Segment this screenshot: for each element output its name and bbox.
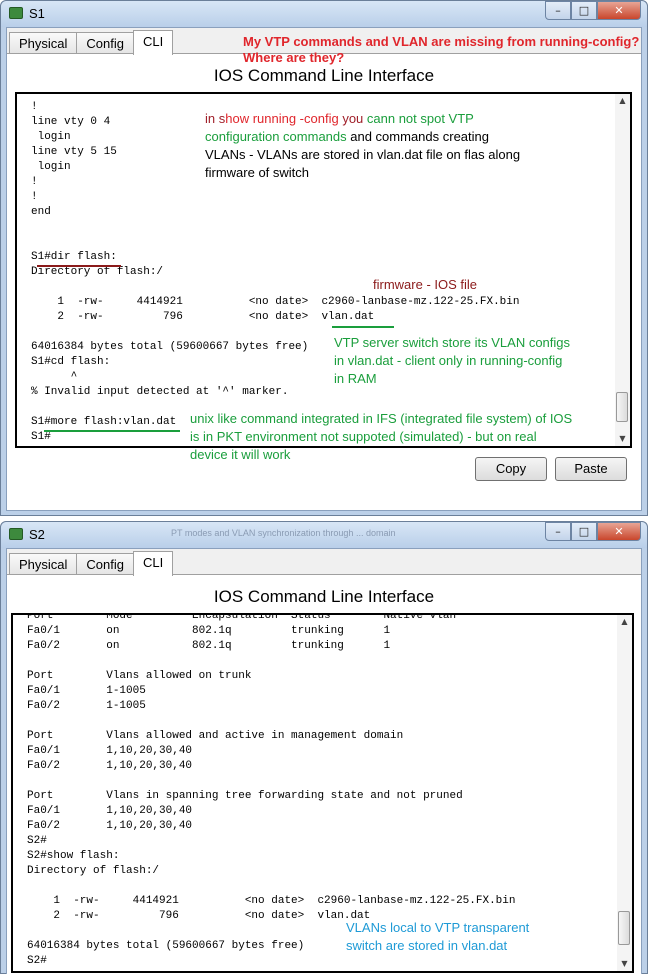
- terminal-line: line con 0: [31, 92, 98, 98]
- terminal-line: Fa0/1 1,10,20,30,40: [27, 805, 193, 817]
- terminal-line: !: [31, 176, 38, 188]
- terminal-line: Port Mode Encapsulation Status Native vl…: [27, 613, 457, 622]
- note-line-4: firmware of switch: [205, 165, 310, 180]
- scroll-thumb[interactable]: [616, 392, 628, 422]
- transparent-vlan-note: VLANs local to VTP transparent switch ar…: [346, 920, 530, 953]
- tab-physical[interactable]: Physical: [9, 553, 78, 575]
- terminal-line: Fa0/1 on 802.1q trunking 1: [27, 625, 391, 637]
- terminal-line: line vty 5 15: [31, 146, 117, 158]
- s1-titlebar[interactable]: S1 – □ ✕: [1, 1, 647, 27]
- tab-config[interactable]: Config: [76, 32, 134, 54]
- terminal-line: ^: [31, 371, 78, 383]
- s1-terminal-scrollbar[interactable]: ▲ ▼: [615, 94, 630, 446]
- s2-client-area: Physical Config CLI IOS Command Line Int…: [6, 548, 642, 974]
- s2-window: S2 PT modes and VLAN synchronization thr…: [0, 521, 648, 974]
- terminal-line: 2 -rw- 796 <no date> vlan.dat: [31, 311, 375, 323]
- s2-tab-bar: Physical Config CLI: [9, 551, 174, 576]
- terminal-line: 64016384 bytes total (59600667 bytes fre…: [31, 341, 309, 353]
- firmware-note: firmware - IOS file: [373, 277, 478, 292]
- s2-window-controls: – □ ✕: [545, 522, 641, 542]
- terminal-line: Fa0/2 1,10,20,30,40: [27, 760, 193, 772]
- switch-icon: [9, 7, 23, 19]
- minimize-icon[interactable]: –: [545, 1, 571, 20]
- s1-window-controls: – □ ✕: [545, 1, 641, 21]
- question-line-2: Where are they?: [243, 50, 345, 65]
- scroll-up-icon[interactable]: ▲: [617, 615, 632, 629]
- terminal-line: Port Vlans allowed on trunk: [27, 670, 252, 682]
- note-line-2: configuration commands and commands crea…: [205, 129, 489, 144]
- note-line-3: VLANs - VLANs are stored in vlan.dat fil…: [205, 147, 521, 162]
- terminal-line: line vty 0 4: [31, 116, 111, 128]
- tab-physical[interactable]: Physical: [9, 32, 78, 54]
- scroll-down-icon[interactable]: ▼: [617, 957, 632, 971]
- terminal-line: 1 -rw- 4414921 <no date> c2960-lanbase-m…: [27, 895, 516, 907]
- maximize-icon[interactable]: □: [571, 522, 597, 541]
- terminal-line: S2#: [27, 835, 47, 847]
- terminal-line: !: [31, 191, 38, 203]
- terminal-line: end: [31, 206, 51, 218]
- terminal-line: Fa0/2 1-1005: [27, 700, 146, 712]
- terminal-line: 1 -rw- 4414921 <no date> c2960-lanbase-m…: [31, 296, 520, 308]
- vtp-server-note: VTP server switch store its VLAN configs…: [334, 335, 571, 386]
- terminal-line: Fa0/2 on 802.1q trunking 1: [27, 640, 391, 652]
- terminal-line: S1#: [31, 431, 51, 443]
- unix-command-note: unix like command integrated in IFS (int…: [190, 411, 573, 462]
- terminal-line: S1#cd flash:: [31, 356, 111, 368]
- terminal-line: login: [31, 161, 71, 173]
- terminal-line: S1#more flash:vlan.dat: [31, 416, 177, 428]
- s2-faint-title: PT modes and VLAN synchronization throug…: [171, 528, 396, 538]
- tab-cli[interactable]: CLI: [133, 551, 174, 576]
- cli-title: IOS Command Line Interface: [213, 587, 435, 606]
- terminal-line: Port Vlans in spanning tree forwarding s…: [27, 790, 463, 802]
- dir-flash-underline: [37, 265, 121, 267]
- s2-terminal-scrollbar[interactable]: ▲ ▼: [617, 615, 632, 971]
- s2-titlebar[interactable]: S2 PT modes and VLAN synchronization thr…: [1, 522, 647, 548]
- terminal-line: Directory of flash:/: [31, 266, 164, 278]
- terminal-line: login: [31, 131, 71, 143]
- terminal-line: % Invalid input detected at '^' marker.: [31, 386, 289, 398]
- scroll-thumb[interactable]: [618, 911, 630, 945]
- minimize-icon[interactable]: –: [545, 522, 571, 541]
- terminal-line: 64016384 bytes total (59600667 bytes fre…: [27, 940, 305, 952]
- terminal-line: !: [31, 101, 38, 113]
- scroll-down-icon[interactable]: ▼: [615, 432, 630, 446]
- maximize-icon[interactable]: □: [571, 1, 597, 20]
- s2-window-title: S2: [29, 527, 45, 542]
- tab-config[interactable]: Config: [76, 553, 134, 575]
- close-icon[interactable]: ✕: [597, 1, 641, 20]
- tab-cli[interactable]: CLI: [133, 30, 174, 55]
- s1-tab-bar: Physical Config CLI: [9, 30, 174, 55]
- terminal-line: S1#dir flash:: [31, 251, 117, 263]
- terminal-line: S2#show flash:: [27, 850, 120, 862]
- close-icon[interactable]: ✕: [597, 522, 641, 541]
- terminal-line: Fa0/1 1-1005: [27, 685, 146, 697]
- cli-title: IOS Command Line Interface: [213, 66, 435, 85]
- note-line-1: in show running -config you cann not spo…: [205, 111, 474, 126]
- s1-window-title: S1: [29, 6, 45, 21]
- s2-terminal[interactable]: Port Mode Encapsulation Status Native vl…: [11, 613, 634, 973]
- terminal-line: Port Vlans allowed and active in managem…: [27, 730, 404, 742]
- terminal-line: Directory of flash:/: [27, 865, 160, 877]
- question-annotation: My VTP commands and VLAN are missing fro…: [243, 33, 639, 67]
- terminal-line: Fa0/2 1,10,20,30,40: [27, 820, 193, 832]
- s2-cli-panel: IOS Command Line Interface Port Mode Enc…: [7, 575, 641, 974]
- switch-icon: [9, 528, 23, 540]
- terminal-line: 2 -rw- 796 <no date> vlan.dat: [27, 910, 371, 922]
- terminal-line: Fa0/1 1,10,20,30,40: [27, 745, 193, 757]
- vlan-dat-underline: [332, 326, 394, 328]
- running-config-note: in show running -config you cann not spo…: [205, 110, 520, 182]
- scroll-up-icon[interactable]: ▲: [615, 94, 630, 108]
- more-flash-underline: [44, 430, 180, 432]
- terminal-line: S2#: [27, 955, 47, 967]
